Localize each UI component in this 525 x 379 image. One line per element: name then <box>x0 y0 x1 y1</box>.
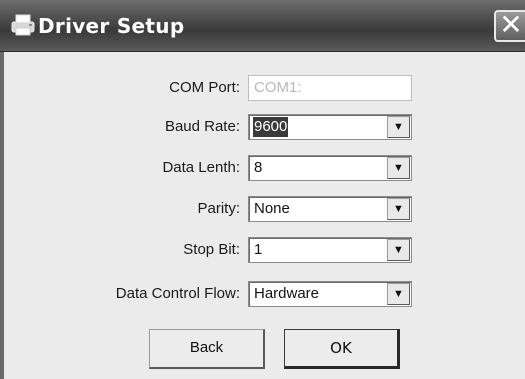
title-bar[interactable]: Driver Setup ✕ <box>0 0 525 52</box>
chevron-down-icon[interactable]: ▼ <box>387 239 410 261</box>
com-port-label: COM Port: <box>169 79 240 96</box>
stop-bit-select[interactable]: 1 ▼ <box>248 237 412 263</box>
window-frame <box>0 52 4 379</box>
chevron-down-icon[interactable]: ▼ <box>387 283 410 305</box>
data-control-flow-select[interactable]: Hardware ▼ <box>248 281 412 307</box>
baud-rate-label: Baud Rate: <box>164 118 240 135</box>
ok-button[interactable]: OK <box>284 329 400 369</box>
stop-bit-value: 1 <box>254 241 263 258</box>
window-title: Driver Setup <box>38 14 185 38</box>
com-port-input[interactable]: COM1: <box>248 75 412 101</box>
back-button[interactable]: Back <box>149 329 265 369</box>
data-length-label: Data Lenth: <box>162 159 240 176</box>
parity-value: None <box>254 200 290 217</box>
parity-select[interactable]: None ▼ <box>248 196 412 222</box>
chevron-down-icon[interactable]: ▼ <box>387 116 410 138</box>
data-length-value: 8 <box>254 159 263 176</box>
printer-icon <box>11 14 35 36</box>
com-port-value: COM1: <box>254 79 302 96</box>
data-control-flow-value: Hardware <box>254 285 320 302</box>
baud-rate-select[interactable]: 9600 ▼ <box>248 114 412 140</box>
parity-label: Parity: <box>197 200 240 217</box>
chevron-down-icon[interactable]: ▼ <box>387 198 410 220</box>
driver-setup-dialog: Driver Setup ✕ COM Port: COM1: Baud Rate… <box>0 0 525 379</box>
close-button[interactable]: ✕ <box>494 10 525 42</box>
stop-bit-label: Stop Bit: <box>183 241 240 258</box>
data-length-select[interactable]: 8 ▼ <box>248 155 412 181</box>
chevron-down-icon[interactable]: ▼ <box>387 157 410 179</box>
baud-rate-value: 9600 <box>253 117 289 137</box>
data-control-flow-label: Data Control Flow: <box>115 285 240 302</box>
